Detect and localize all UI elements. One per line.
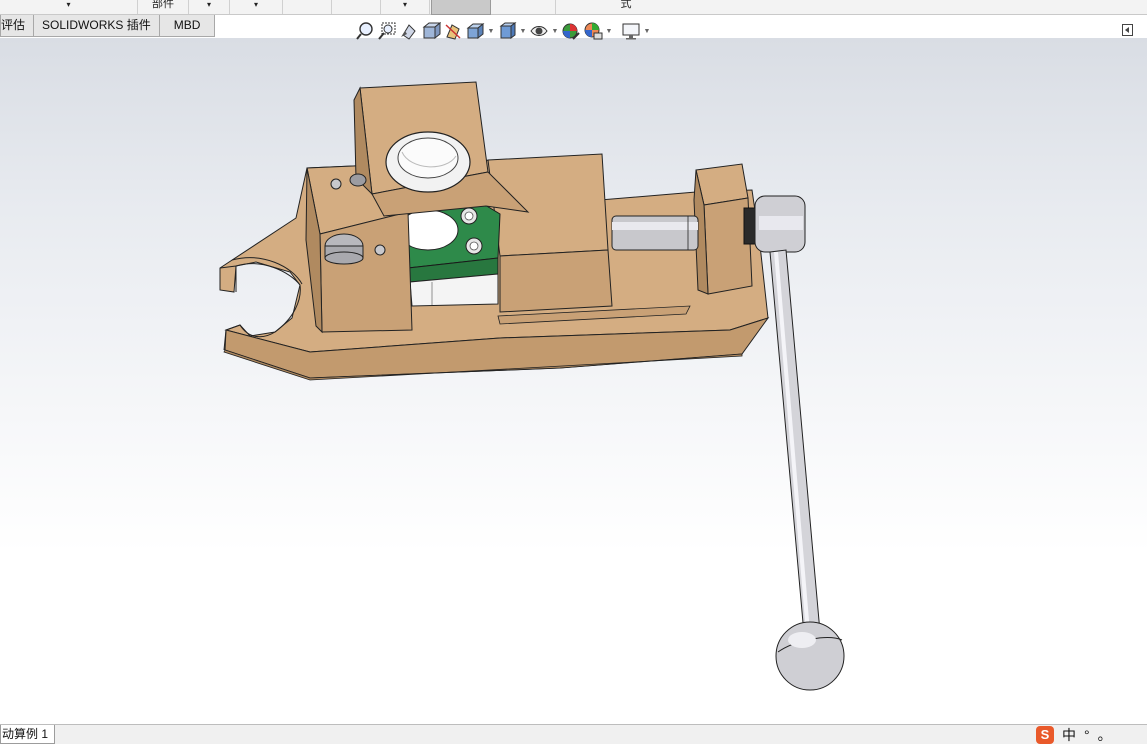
ribbon-cell-10[interactable]: 式 [556, 0, 696, 14]
ribbon-cell-9[interactable] [491, 0, 556, 14]
zoom-to-area-icon[interactable] [376, 20, 398, 42]
tab-solidworks-addins[interactable]: SOLIDWORKS 插件 [33, 15, 160, 37]
sogou-logo-icon[interactable]: S [1036, 725, 1054, 744]
section-view-icon[interactable] [420, 20, 442, 42]
ribbon-cell-2[interactable]: 部件 [138, 0, 189, 14]
command-manager-tabs: 评估 SOLIDWORKS 插件 MBD [0, 15, 216, 37]
ribbon-cell-active[interactable] [431, 0, 491, 15]
view-orientation-icon[interactable] [464, 20, 486, 42]
dynamic-annotation-icon[interactable] [442, 20, 464, 42]
display-style-dropdown[interactable]: ▼ [518, 20, 528, 42]
view-settings-icon[interactable] [620, 20, 642, 42]
ribbon-cell-7[interactable]: ▾ [381, 0, 430, 14]
bottom-tab-bar: 动算例 1 S 中 ° 。 [0, 724, 1147, 744]
apply-scene-icon[interactable] [582, 20, 604, 42]
view-settings-dropdown[interactable]: ▼ [642, 20, 652, 42]
ime-punctuation[interactable]: ° [1084, 727, 1090, 743]
ime-toolbar: S 中 ° 。 [1036, 725, 1112, 744]
jaw-screw-1 [330, 178, 342, 190]
jaw-screw-2 [374, 244, 386, 256]
motion-study-tab[interactable]: 动算例 1 [0, 725, 56, 744]
hide-show-dropdown[interactable]: ▼ [550, 20, 560, 42]
white-ring-inner [397, 137, 459, 179]
vise-model [219, 81, 845, 691]
apply-scene-dropdown[interactable]: ▼ [604, 20, 614, 42]
edit-appearance-icon[interactable] [560, 20, 582, 42]
ribbon-cell-4[interactable]: ▾ [230, 0, 283, 14]
ribbon-strip: ▾ 部件 ▾ ▾ ▾ 式 [0, 0, 1147, 15]
ribbon-cell-1[interactable]: ▾ [0, 0, 138, 14]
ime-mode[interactable]: 。 [1098, 725, 1112, 745]
hide-show-items-icon[interactable] [528, 20, 550, 42]
tab-mbd[interactable]: MBD [158, 15, 216, 37]
handle-bar [769, 249, 821, 635]
tab-evaluate[interactable]: 评估 [0, 15, 35, 37]
heads-up-view-toolbar: ▼ ▼ ▼ ▼ ▼ [354, 20, 652, 42]
expand-panel-icon[interactable] [1122, 24, 1134, 37]
guide-rod [611, 215, 699, 251]
handle-ball [775, 621, 845, 691]
zoom-to-fit-icon[interactable] [354, 20, 376, 42]
ime-language[interactable]: 中 [1062, 725, 1076, 745]
graphics-area[interactable] [0, 38, 1147, 724]
center-block-front [499, 249, 613, 313]
ribbon-cell-3[interactable]: ▾ [189, 0, 230, 14]
previous-view-icon[interactable] [398, 20, 420, 42]
view-orientation-dropdown[interactable]: ▼ [486, 20, 496, 42]
ribbon-cell-5[interactable] [283, 0, 332, 14]
ribbon-cell-6[interactable] [332, 0, 381, 14]
display-style-icon[interactable] [496, 20, 518, 42]
